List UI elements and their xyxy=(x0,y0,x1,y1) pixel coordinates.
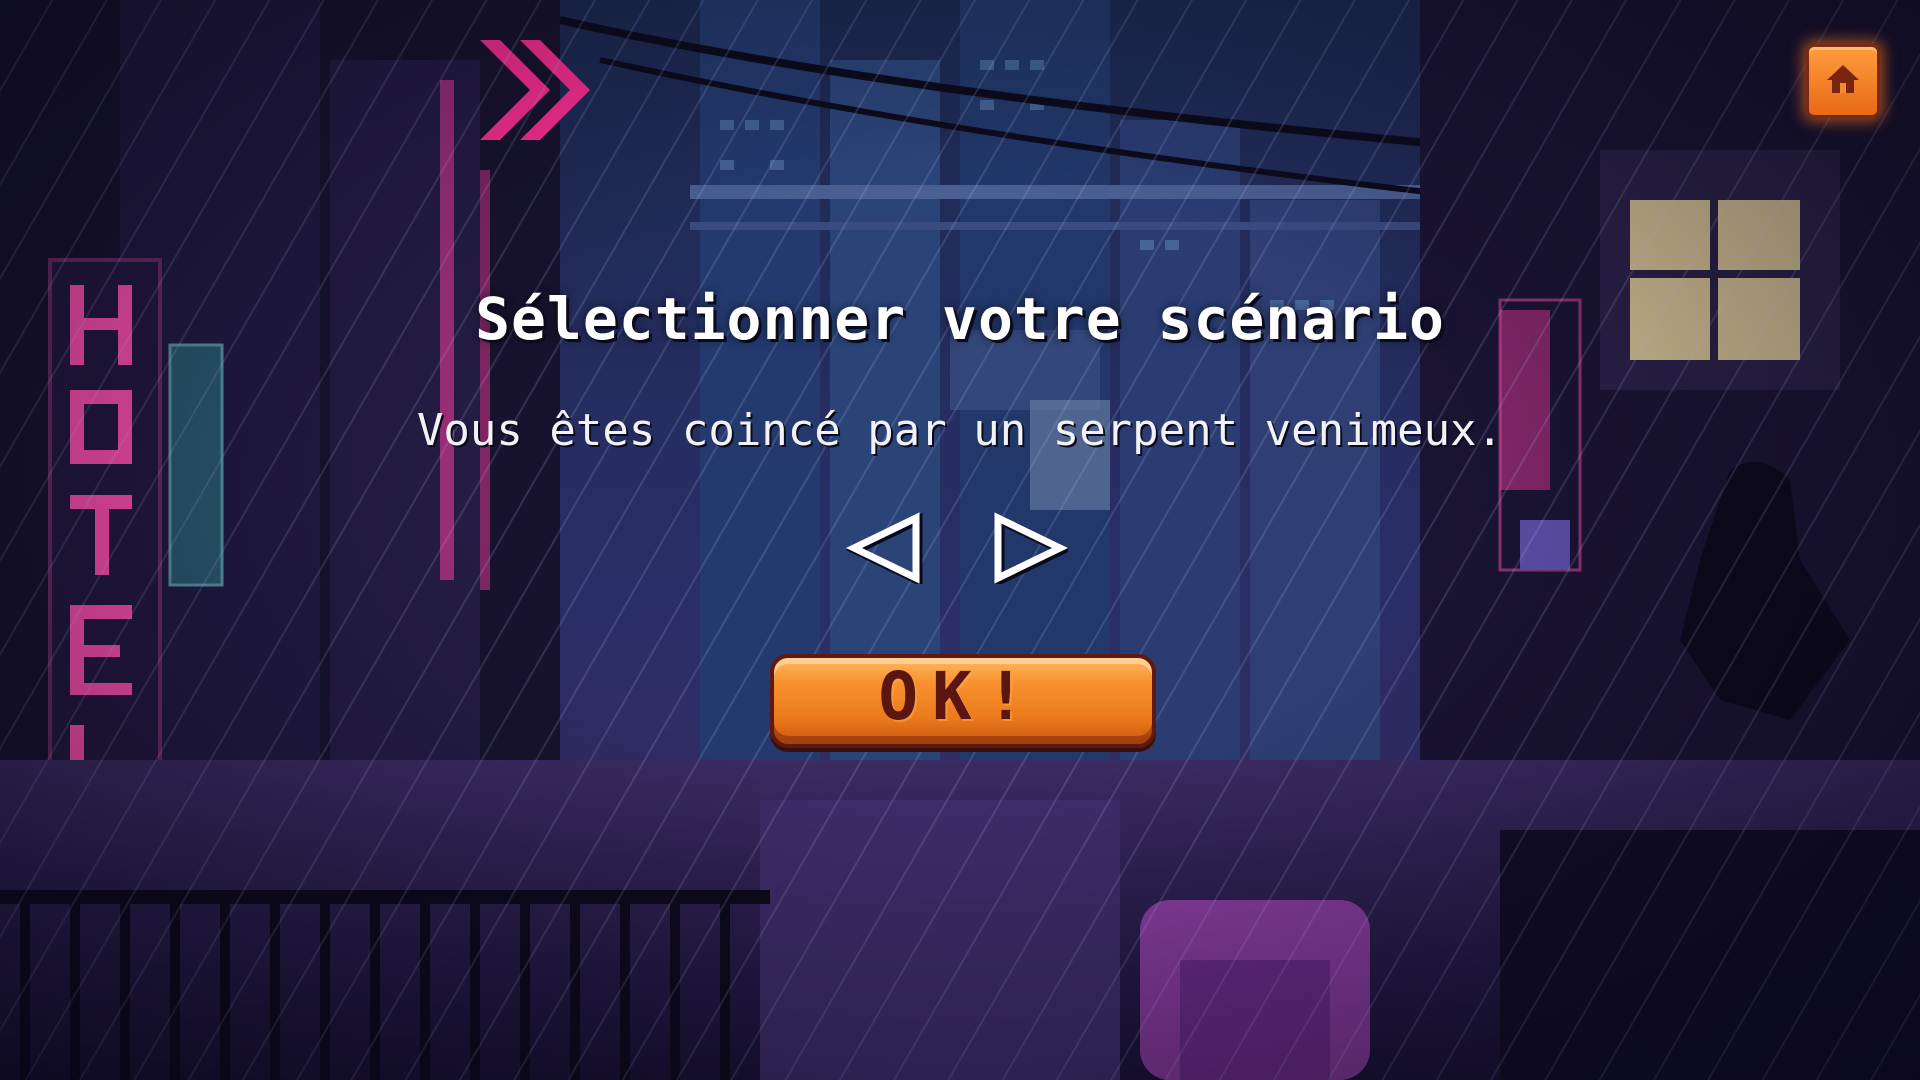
ok-button-label: OK! xyxy=(878,658,1040,735)
ok-button[interactable]: OK! xyxy=(762,648,1156,748)
triangle-left-icon xyxy=(845,512,923,588)
previous-scenario-button[interactable] xyxy=(845,512,924,588)
screen-title: Sélectionner votre scénario xyxy=(475,285,1445,353)
home-button[interactable] xyxy=(1806,44,1880,118)
scenario-description: Vous êtes coincé par un serpent venimeux… xyxy=(416,405,1504,456)
home-icon xyxy=(1827,65,1859,93)
scenario-select-screen: Sélectionner votre scénario Vous êtes co… xyxy=(0,0,1920,1080)
triangle-right-icon xyxy=(994,512,1073,588)
next-scenario-button[interactable] xyxy=(990,512,1073,588)
